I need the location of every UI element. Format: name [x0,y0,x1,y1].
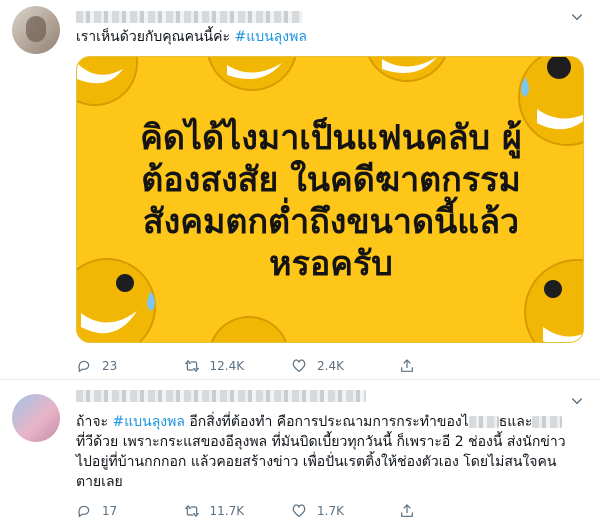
tweet-line: ที่วีด้วย เพราะกระแสของอีลุงพล ที่มันบิด… [76,434,566,450]
like-icon [292,359,306,373]
caption-line: คิดได้ไงมาเป็นแฟนคลับ ผู้ [140,118,522,158]
caption-line: สังคมตกต่ำถึงขนาดนี้แล้ว [142,202,520,242]
chevron-down-icon[interactable] [570,394,584,408]
tweet-actions: 23 12.4K 2.4K [76,356,506,376]
retweet-icon [184,360,199,372]
redacted-text [532,416,563,428]
tweet-1[interactable]: เราเห็นด้วยกับคุณคนนี้ค่ะ #แบนลุงพล คิดไ… [0,0,600,380]
tweet-text: ถ้าจะ #แบนลุงพล อีกสิ่งที่ต้องทำ คือการป… [76,412,586,492]
tweet-2[interactable]: ถ้าจะ #แบนลุงพล อีกสิ่งที่ต้องทำ คือการป… [0,380,600,525]
tweet-text: เราเห็นด้วยกับคุณคนนี้ค่ะ #แบนลุงพล [76,27,307,47]
retweet-icon [184,505,199,517]
share-icon [400,359,413,372]
avatar[interactable] [12,394,60,442]
tweet-image[interactable]: คิดได้ไงมาเป็นแฟนคลับ ผู้ ต้องสงสัย ในคด… [76,56,584,343]
reply-button[interactable]: 17 [76,501,184,521]
tweet-line: ไปอยู่ที่บ้านกกกอก แล้วคอยสร้างข่าว เพื่… [76,454,557,470]
hashtag-link[interactable]: #แบนลุงพล [234,29,306,45]
tweet-body: อีกสิ่งที่ต้องทำ คือการประณามการกระทำของ… [184,414,469,430]
reply-button[interactable]: 23 [76,356,184,376]
redacted-text [468,416,499,428]
reply-icon [78,360,90,373]
like-button[interactable]: 1.7K [291,501,399,521]
reply-count: 17 [102,504,118,518]
retweet-count: 11.7K [209,504,245,518]
retweet-button[interactable]: 11.7K [184,501,292,521]
tweet-prefix: ถ้าจะ [76,414,109,430]
like-count: 2.4K [317,359,344,373]
share-button[interactable] [399,501,507,521]
reply-icon [78,505,90,518]
retweet-button[interactable]: 12.4K [184,356,292,376]
tweet-line: ตายเลย [76,474,123,490]
avatar[interactable] [12,6,60,54]
caption-line: ต้องสงสัย ในคดีฆาตกรรม [141,160,521,200]
like-icon [292,504,306,518]
like-count: 1.7K [317,504,344,518]
caption-line: หรอครับ [269,244,393,284]
image-caption-text: คิดได้ไงมาเป็นแฟนคลับ ผู้ ต้องสงสัย ในคด… [77,117,583,285]
tweet-body: เราเห็นด้วยกับคุณคนนี้ค่ะ [76,29,231,45]
retweet-count: 12.4K [209,359,245,373]
tweet-line: ถ้าจะ #แบนลุงพล อีกสิ่งที่ต้องทำ คือการป… [76,412,586,432]
hashtag-link[interactable]: #แบนลุงพล [113,414,185,430]
author-name-blurred[interactable] [76,11,302,23]
share-icon [400,504,413,517]
tweet-actions: 17 11.7K 1.7K [76,501,506,521]
like-button[interactable]: 2.4K [291,356,399,376]
share-button[interactable] [399,356,507,376]
tweet-body: ธและ [498,414,533,430]
chevron-down-icon[interactable] [570,10,584,24]
author-name-blurred[interactable] [76,390,366,402]
reply-count: 23 [102,359,118,373]
